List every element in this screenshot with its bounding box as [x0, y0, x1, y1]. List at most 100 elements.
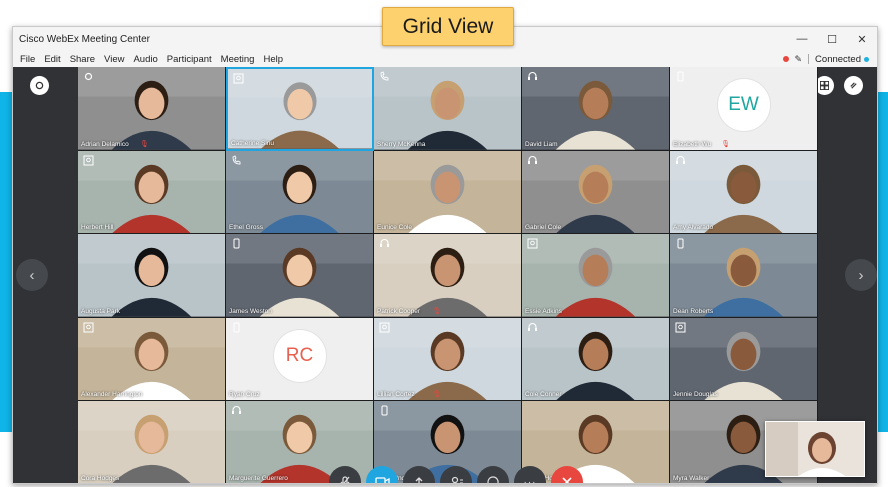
participant-video-image — [226, 150, 373, 234]
previous-page-button[interactable]: ‹ — [16, 259, 48, 291]
participant-initials-avatar: RC — [272, 328, 327, 383]
participant-video-image — [670, 150, 817, 234]
close-x-icon — [562, 477, 572, 483]
participant-name: Eunice Cole — [377, 224, 413, 232]
participant-name: Marguerite Guerrero — [229, 474, 288, 482]
microphone-muted-icon: 🎙︎ — [140, 140, 149, 148]
participant-name: James Weston — [229, 307, 272, 315]
participant-name: Lillian Cortez — [377, 391, 415, 399]
full-screen-button[interactable] — [844, 76, 863, 95]
participant-video-image — [522, 67, 669, 150]
self-view-video[interactable] — [765, 421, 865, 477]
menu-file[interactable]: File — [20, 54, 35, 65]
participant-tile[interactable]: Augusta Park — [78, 234, 226, 318]
phone-icon — [380, 71, 389, 81]
phone-icon — [232, 154, 241, 165]
menu-edit[interactable]: Edit — [44, 54, 60, 65]
chat-button[interactable] — [477, 466, 509, 483]
headset-icon — [528, 155, 537, 164]
minimize-button[interactable]: — — [787, 27, 817, 51]
participant-tile[interactable]: Gabriel Cole — [522, 150, 670, 235]
participant-tile[interactable]: James Weston — [226, 234, 374, 318]
participant-video-image — [78, 150, 225, 234]
participant-video-image — [374, 234, 521, 317]
layout-toggle-button[interactable] — [30, 76, 49, 95]
participant-name: Myra Walker — [673, 474, 710, 482]
participant-video-image — [228, 69, 372, 149]
layout-icon — [35, 81, 44, 90]
participant-video-image — [374, 67, 521, 150]
participant-video-image — [78, 401, 225, 483]
menu-audio[interactable]: Audio — [133, 54, 157, 65]
maximize-button[interactable]: ☐ — [817, 27, 847, 51]
participant-name: Catherine Sinu — [231, 139, 274, 147]
participant-tile[interactable]: Adrian Delamico 🎙︎ — [78, 67, 226, 151]
participant-tile[interactable]: Jennie Douglas — [670, 317, 818, 402]
microphone-muted-icon: 🎙︎ — [721, 140, 731, 148]
participant-tile[interactable]: Catherine Sinu — [226, 67, 374, 151]
participant-video-image — [374, 317, 521, 401]
meeting-controls: ··· — [329, 465, 588, 483]
video-icon — [84, 72, 93, 81]
close-button[interactable]: ✕ — [847, 27, 877, 51]
participant-name: David Liam — [525, 140, 558, 148]
menu-participant[interactable]: Participant — [167, 54, 212, 65]
participant-tile[interactable]: Amy Alvarado — [670, 150, 818, 235]
mobile-icon — [677, 71, 684, 82]
camera-device-icon — [527, 238, 538, 249]
participant-name: Sherry McKenna — [377, 140, 426, 148]
more-options-button[interactable]: ··· — [514, 466, 546, 483]
mute-button[interactable] — [329, 466, 361, 483]
participant-tile[interactable]: Cora Hodges — [78, 401, 226, 483]
participant-tile[interactable]: Alexander Harrington — [78, 317, 226, 402]
menu-share[interactable]: Share — [70, 54, 95, 65]
participant-tile[interactable]: Ethel Gross — [226, 150, 374, 235]
participant-video-image — [670, 234, 817, 317]
participant-tile[interactable]: Patrick Cooper 🎙︎ — [374, 234, 522, 318]
mobile-icon — [233, 322, 240, 333]
participant-tile[interactable]: Cole Conner — [522, 317, 670, 402]
participant-grid: Adrian Delamico 🎙︎ Catherine Sinu Sherry Mc… — [78, 67, 818, 483]
participant-video-image — [522, 317, 669, 401]
video-button[interactable] — [366, 466, 398, 483]
participant-tile[interactable]: Lillian Cortez 🎙︎ — [374, 317, 522, 402]
participant-name: Adrian Delamico — [81, 140, 129, 148]
menu-view[interactable]: View — [104, 54, 124, 65]
annotate-pen-icon[interactable]: ✎ — [795, 54, 803, 65]
camera-device-icon — [83, 322, 94, 333]
headset-icon — [380, 239, 389, 248]
end-meeting-button[interactable] — [551, 466, 583, 483]
participant-tile[interactable]: David Liam — [522, 67, 670, 151]
participant-tile[interactable]: Sherry McKenna — [374, 67, 522, 151]
participant-name: Gabriel Cole — [525, 224, 562, 232]
participant-video-image — [522, 150, 669, 234]
participant-name: Cora Hodges — [81, 474, 120, 482]
participant-tile[interactable]: EW Elizabeth Wu 🎙︎ — [670, 67, 818, 151]
participant-tile[interactable]: RC Ryan Cruz — [226, 317, 374, 402]
video-camera-icon — [374, 477, 390, 483]
participant-video-image — [78, 234, 225, 317]
participant-tile[interactable]: Herbert Hill — [78, 150, 226, 235]
participants-button[interactable] — [440, 466, 472, 483]
share-button[interactable] — [403, 466, 435, 483]
participant-tile[interactable]: Eunice Cole — [374, 150, 522, 235]
menu-meeting[interactable]: Meeting — [221, 54, 255, 65]
mobile-icon — [233, 238, 240, 249]
status-divider — [808, 54, 810, 64]
participant-name: Amy Alvarado — [673, 224, 714, 232]
menu-help[interactable]: Help — [263, 54, 283, 65]
participant-tile[interactable]: Essie Adkins — [522, 234, 670, 318]
participants-icon — [451, 476, 463, 483]
link-icon — [850, 82, 857, 89]
grid-icon — [820, 81, 829, 90]
window-title: Cisco WebEx Meeting Center — [19, 33, 150, 45]
participant-video-image — [226, 234, 373, 317]
participant-initials-avatar: EW — [716, 77, 771, 132]
self-view-image — [766, 422, 864, 476]
menu-bar: File Edit Share View Audio Participant M… — [13, 51, 877, 67]
participant-tile[interactable]: Dean Roberts — [670, 234, 818, 318]
connection-status-icon — [864, 56, 869, 62]
chat-bubble-icon — [487, 476, 499, 483]
next-page-button[interactable]: › — [845, 259, 877, 291]
participant-name: Dean Roberts — [673, 307, 714, 315]
